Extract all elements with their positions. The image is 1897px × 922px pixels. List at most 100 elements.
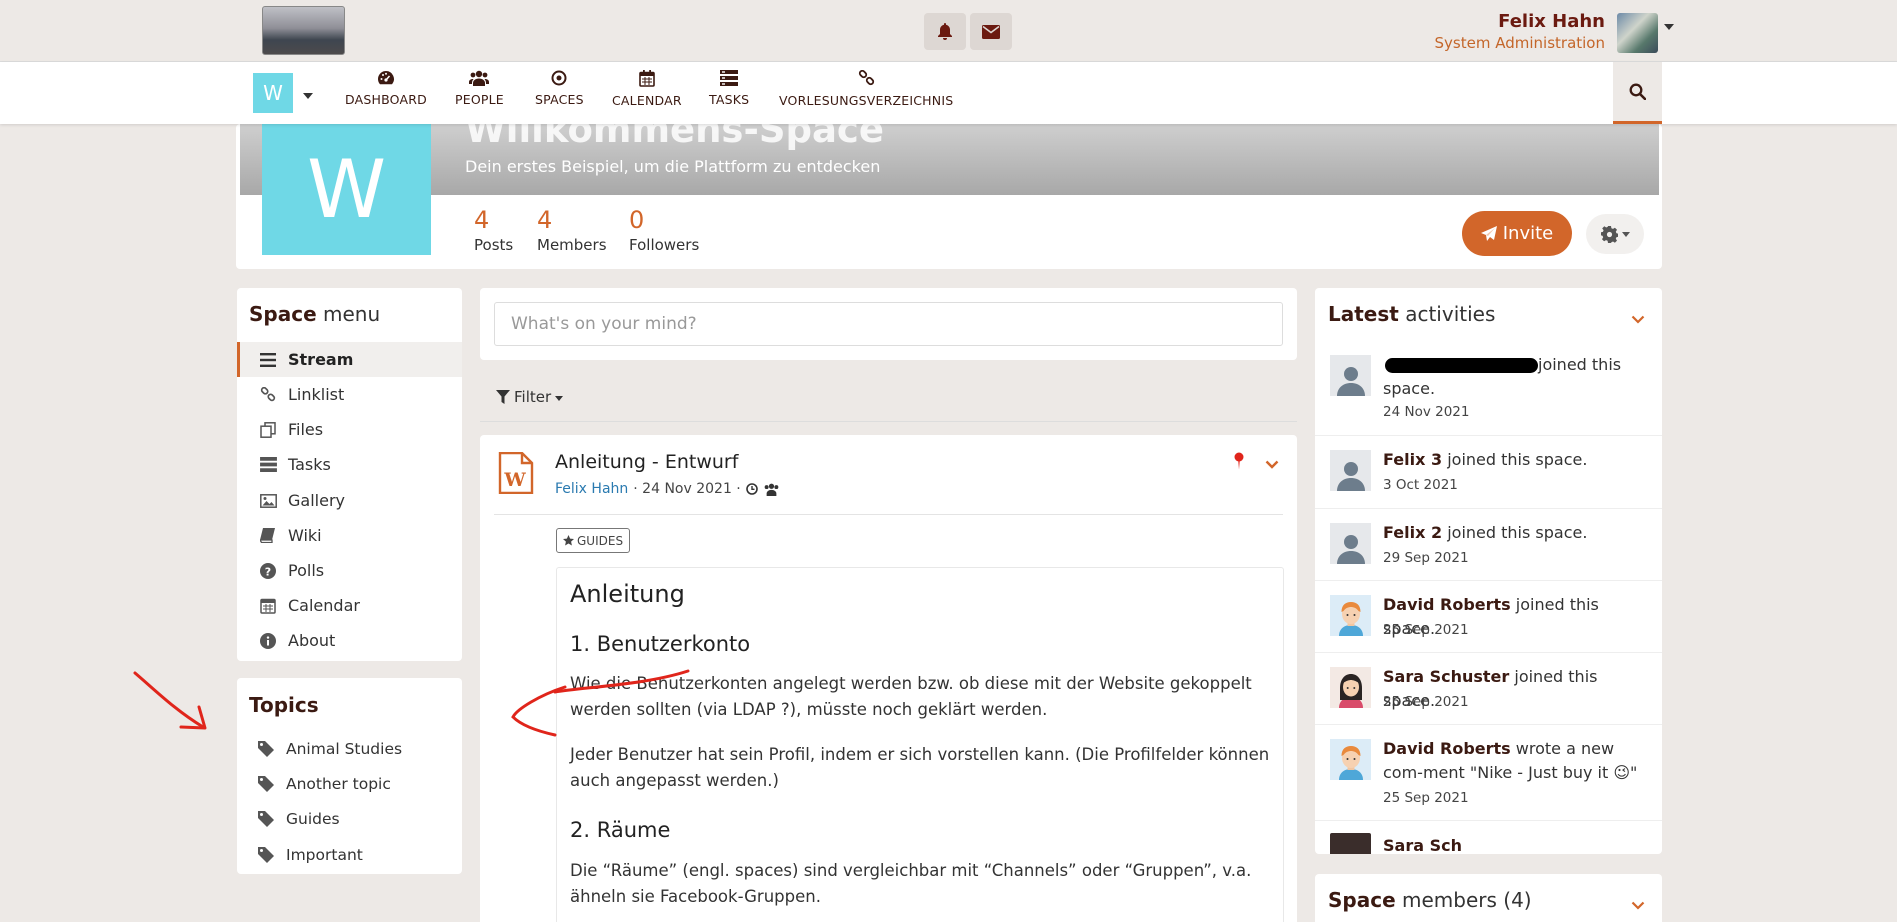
caret-down-icon[interactable]: [1664, 24, 1674, 30]
post-date[interactable]: · 24 Nov 2021 ·: [633, 481, 740, 497]
activity-item[interactable]: joined this space. 24 Nov 2021: [1315, 341, 1662, 436]
user-role: System Administration: [1434, 34, 1605, 52]
topic-item[interactable]: Guides: [258, 810, 340, 828]
user-name[interactable]: Felix Hahn: [1498, 11, 1605, 32]
space-banner: [240, 124, 1659, 195]
topics-title: Topics: [249, 693, 319, 717]
activity-item[interactable]: Sara Schuster joined this space. 25 Sep …: [1315, 653, 1662, 725]
activity-action: joined this space.: [1442, 523, 1588, 542]
space-menu-item-linklist[interactable]: Linklist: [237, 377, 462, 412]
space-menu-item-stream[interactable]: Stream: [237, 342, 462, 377]
chevron-down-icon[interactable]: [1631, 896, 1645, 915]
stat-posts[interactable]: 4 Posts: [474, 206, 513, 254]
activity-text: Felix 3 joined this space.: [1383, 448, 1653, 472]
user-avatar[interactable]: [1617, 13, 1658, 53]
stat-members-count: 4: [537, 206, 553, 234]
tasks-icon: [259, 457, 277, 472]
chevron-down-icon[interactable]: [1265, 455, 1279, 474]
activity-item[interactable]: Felix 2 joined this space. 29 Sep 2021: [1315, 509, 1662, 581]
people-icon: [764, 483, 779, 496]
activity-user[interactable]: David Roberts: [1383, 739, 1511, 758]
book-icon: [260, 528, 275, 543]
nav-dashboard[interactable]: DASHBOARD: [345, 70, 427, 120]
activities-title: Latest activities: [1328, 302, 1495, 326]
space-logo: W: [262, 124, 431, 255]
activity-user[interactable]: Felix 3: [1383, 450, 1442, 469]
activity-user: Sara Sch: [1383, 836, 1462, 854]
nav-vorlesungsverzeichnis-label: VORLESUNGSVERZEICHNIS: [779, 93, 954, 108]
activity-text: joined this space.: [1383, 355, 1622, 398]
nav-calendar[interactable]: CALENDAR: [612, 70, 682, 120]
stat-followers[interactable]: 0 Followers: [629, 206, 699, 254]
space-menu-item-gallery[interactable]: Gallery: [237, 483, 462, 518]
space-menu-item-wiki[interactable]: Wiki: [237, 518, 462, 553]
space-menu-item-calendar[interactable]: Calendar: [237, 588, 462, 623]
post-author-link[interactable]: Felix Hahn: [555, 481, 628, 497]
post-composer-input[interactable]: What's on your mind?: [494, 302, 1283, 346]
divider: [480, 421, 1297, 422]
space-members-title: Space members (4): [1328, 888, 1532, 912]
messages-button[interactable]: [970, 13, 1012, 50]
gallery-icon: [259, 493, 277, 508]
wiki-paragraph: Die “Räume” (engl. spaces) sind vergleic…: [570, 861, 1252, 906]
site-logo[interactable]: [262, 6, 345, 55]
activity-date: 25 Sep 2021: [1383, 694, 1469, 710]
activity-user[interactable]: Sara Schuster: [1383, 667, 1509, 686]
calendar-icon: [260, 598, 276, 614]
space-menu-item-files[interactable]: Files: [237, 412, 462, 447]
activity-date: 25 Sep 2021: [1383, 790, 1469, 806]
nav-calendar-label: CALENDAR: [612, 93, 682, 108]
space-menu-item-tasks[interactable]: Tasks: [237, 447, 462, 482]
nav-people-label: PEOPLE: [455, 92, 504, 107]
files-icon: [260, 421, 276, 438]
calendar-icon: [639, 70, 655, 87]
bell-icon: [938, 23, 952, 40]
activity-user[interactable]: Felix 2: [1383, 523, 1442, 542]
nav-tasks[interactable]: TASKS: [709, 70, 749, 120]
activity-text: David Roberts wrote a new com-ment "Nike…: [1383, 737, 1653, 785]
space-menu-item-label: Calendar: [288, 596, 360, 615]
space-menu-title-bold: Space: [249, 302, 317, 326]
tag-icon: [258, 741, 274, 757]
space-menu-item-polls[interactable]: ? Polls: [237, 553, 462, 588]
notifications-button[interactable]: [924, 13, 966, 50]
topic-item[interactable]: Important: [258, 846, 363, 864]
search-button[interactable]: [1613, 62, 1662, 124]
stat-members[interactable]: 4 Members: [537, 206, 607, 254]
space-members-title-bold: Space: [1328, 888, 1396, 912]
space-menu-title-rest: menu: [316, 302, 381, 326]
post-title[interactable]: Anleitung - Entwurf: [555, 451, 738, 473]
caret-down-icon[interactable]: [303, 93, 313, 99]
user-avatar: [1330, 667, 1371, 708]
space-settings-button[interactable]: [1586, 214, 1644, 254]
chevron-down-icon[interactable]: [1631, 310, 1645, 329]
wiki-section-heading: 1. Benutzerkonto: [570, 632, 751, 656]
link-icon: [260, 386, 276, 401]
activity-user[interactable]: David Roberts: [1383, 595, 1511, 614]
nav-dashboard-label: DASHBOARD: [345, 92, 427, 107]
filter-dropdown[interactable]: Filter: [496, 388, 564, 406]
space-menu-item-label: Polls: [288, 561, 325, 580]
nav-vorlesungsverzeichnis[interactable]: VORLESUNGSVERZEICHNIS: [779, 70, 953, 120]
space-chooser[interactable]: W: [253, 73, 293, 113]
topic-badge[interactable]: GUIDES: [556, 528, 631, 553]
topic-label: Guides: [286, 810, 340, 828]
wiki-paragraph: Jeder Benutzer hat sein Profil, indem er…: [570, 745, 1270, 790]
topic-item[interactable]: Another topic: [258, 775, 391, 793]
activity-item[interactable]: Felix 3 joined this space. 3 Oct 2021: [1315, 436, 1662, 509]
activity-action: joined this space.: [1442, 450, 1588, 469]
topic-label: Another topic: [286, 775, 391, 793]
space-menu-item-about[interactable]: About: [237, 623, 462, 658]
activity-item[interactable]: David Roberts wrote a new com-ment "Nike…: [1315, 725, 1662, 821]
invite-button[interactable]: Invite: [1462, 211, 1572, 256]
topic-item[interactable]: Animal Studies: [258, 740, 402, 758]
activity-item[interactable]: David Roberts joined this space. 25 Sep …: [1315, 581, 1662, 653]
space-menu-item-label: Wiki: [288, 526, 322, 545]
space-menu-item-label: Gallery: [288, 491, 345, 510]
nav-people[interactable]: PEOPLE: [455, 70, 504, 120]
search-icon: [1629, 83, 1646, 100]
space-menu-item-label: Files: [288, 420, 324, 439]
activity-item[interactable]: Sara Sch: [1315, 821, 1662, 854]
nav-spaces[interactable]: SPACES: [535, 70, 584, 120]
pin-icon[interactable]: [1233, 452, 1245, 474]
